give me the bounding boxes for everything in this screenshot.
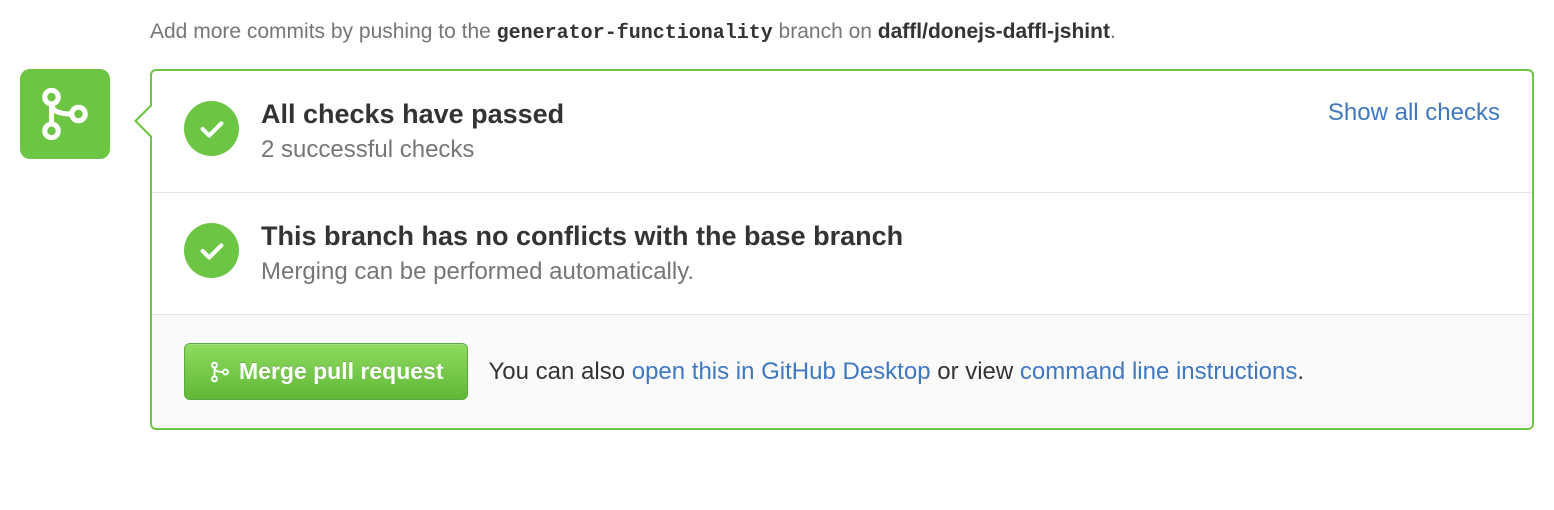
hint-prefix: Add more commits by pushing to the bbox=[150, 20, 497, 43]
branch-name: generator-functionality bbox=[497, 22, 773, 45]
git-merge-icon bbox=[38, 87, 92, 141]
checks-heading: All checks have passed bbox=[261, 99, 1500, 130]
hint-middle: branch on bbox=[773, 20, 878, 43]
cli-instructions-link[interactable]: command line instructions bbox=[1020, 358, 1297, 385]
git-merge-icon bbox=[209, 361, 231, 383]
merge-status-panel: All checks have passed 2 successful chec… bbox=[150, 69, 1534, 430]
merge-hint-prefix: You can also bbox=[488, 358, 631, 385]
conflicts-status-text: This branch has no conflicts with the ba… bbox=[261, 221, 1500, 286]
merge-hint-middle: or view bbox=[931, 358, 1020, 385]
merge-hint-text: You can also open this in GitHub Desktop… bbox=[488, 358, 1304, 386]
conflicts-status-section: This branch has no conflicts with the ba… bbox=[152, 192, 1532, 314]
conflicts-success-icon bbox=[184, 223, 239, 278]
merge-pull-request-button[interactable]: Merge pull request bbox=[184, 343, 468, 400]
show-all-checks-link[interactable]: Show all checks bbox=[1328, 99, 1500, 127]
merge-area-row: All checks have passed 2 successful chec… bbox=[20, 69, 1534, 430]
checks-success-icon bbox=[184, 101, 239, 156]
merge-hint-suffix: . bbox=[1297, 358, 1304, 385]
conflicts-description: Merging can be performed automatically. bbox=[261, 258, 1500, 286]
conflicts-heading: This branch has no conflicts with the ba… bbox=[261, 221, 1500, 252]
merge-timeline-badge bbox=[20, 69, 110, 159]
merge-button-label: Merge pull request bbox=[239, 358, 443, 385]
merge-action-section: Merge pull request You can also open thi… bbox=[152, 314, 1532, 428]
hint-suffix: . bbox=[1110, 20, 1116, 43]
open-desktop-link[interactable]: open this in GitHub Desktop bbox=[632, 358, 931, 385]
pull-request-merge-area: Add more commits by pushing to the gener… bbox=[0, 0, 1554, 450]
checks-description: 2 successful checks bbox=[261, 136, 1500, 164]
checks-status-section: All checks have passed 2 successful chec… bbox=[152, 71, 1532, 192]
push-hint-text: Add more commits by pushing to the gener… bbox=[150, 20, 1534, 45]
repo-name: daffl/donejs-daffl-jshint bbox=[878, 20, 1110, 43]
checks-status-text: All checks have passed 2 successful chec… bbox=[261, 99, 1500, 164]
